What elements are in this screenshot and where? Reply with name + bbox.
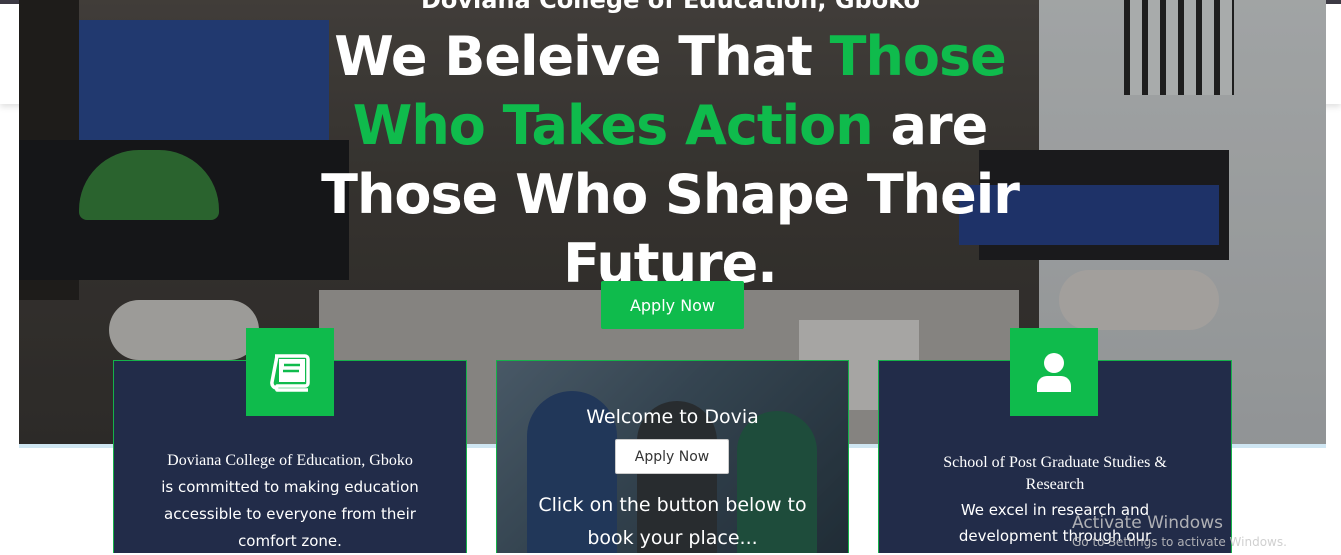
hero-title-line-2: Who Takes Action are (310, 91, 1030, 160)
hero-title-highlight: Those (829, 25, 1007, 88)
card-apply-now-button[interactable]: Apply Now (615, 439, 729, 474)
user-icon (1010, 328, 1098, 416)
card-title: School of Post Graduate Studies & Resear… (943, 454, 1167, 493)
book-icon (246, 328, 334, 416)
card-body: is committed to making education accessi… (161, 478, 419, 550)
card-welcome: Welcome to Dovia Apply Now Click on the … (496, 360, 849, 553)
hero-title-line-1: We Beleive That Those (310, 22, 1030, 91)
watermark-subtitle: Go to Settings to activate Windows. (1072, 535, 1287, 549)
hero-title-text: are (872, 94, 989, 157)
hero-title-text: We Beleive That (334, 25, 830, 88)
hero-title-highlight: Who Takes Action (352, 94, 874, 157)
card-body: Click on the button below to book your p… (538, 494, 807, 549)
watermark-title: Activate Windows (1072, 513, 1223, 533)
hero-title: We Beleive That Those Who Takes Action a… (310, 22, 1030, 298)
apply-now-button[interactable]: Apply Now (601, 281, 744, 329)
hero-title-line-3: Those Who Shape Their (321, 163, 1020, 226)
hero-subtitle: Doviana College of Education, Gboko (420, 0, 921, 14)
activate-windows-watermark: Activate Windows Go to Settings to activ… (1072, 513, 1287, 549)
welcome-text: Welcome to Dovia (586, 406, 759, 428)
card-title: Doviana College of Education, Gboko (167, 452, 413, 469)
